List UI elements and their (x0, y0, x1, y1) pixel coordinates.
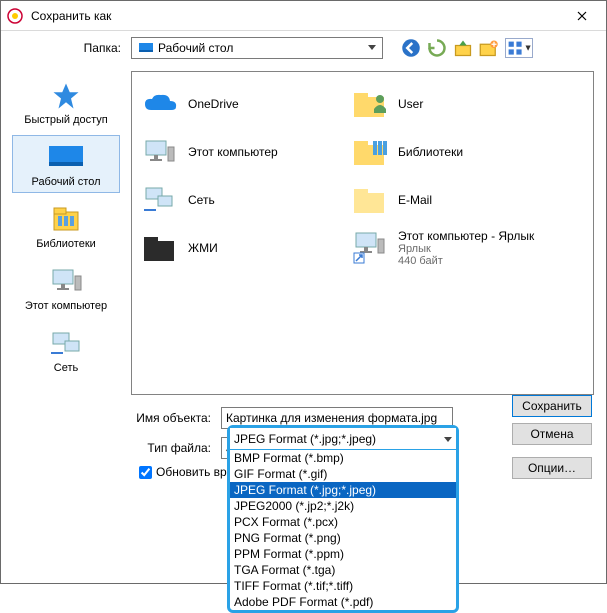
star-icon (13, 80, 119, 112)
filename-label: Имя объекта: (1, 411, 221, 425)
list-item[interactable]: OneDrive (136, 80, 346, 128)
libraries-icon (13, 204, 119, 236)
filetype-option[interactable]: PCX Format (*.pcx) (230, 514, 456, 530)
item-name: Сеть (188, 193, 215, 207)
place-net[interactable]: Сеть (12, 321, 120, 379)
filetype-label: Тип файла: (1, 441, 221, 455)
folder-combo[interactable]: Рабочий стол (131, 37, 383, 59)
place-label: Рабочий стол (13, 176, 119, 188)
up-button[interactable] (453, 38, 473, 58)
libraries-icon (350, 132, 390, 172)
save-dialog: Сохранить как Папка: Рабочий стол Быстры… (0, 0, 607, 584)
body: Быстрый доступ Рабочий стол Библиотеки Э… (1, 65, 606, 395)
item-name: Библиотеки (398, 145, 463, 159)
newfolder-button[interactable] (479, 38, 499, 58)
chevron-down-icon[interactable] (444, 432, 452, 446)
folder-row: Папка: Рабочий стол (1, 31, 606, 65)
onedrive-icon (140, 84, 180, 124)
list-item[interactable]: Этот компьютер (136, 128, 346, 176)
place-label: Сеть (13, 362, 119, 374)
list-item[interactable]: Сеть (136, 176, 346, 224)
places-bar: Быстрый доступ Рабочий стол Библиотеки Э… (1, 65, 131, 395)
folder-label: Папка: (1, 41, 131, 55)
folder-value: Рабочий стол (158, 41, 364, 55)
cancel-button[interactable]: Отмена (512, 423, 592, 445)
network-icon (13, 328, 119, 360)
pc-icon (13, 266, 119, 298)
pc-icon (140, 132, 180, 172)
filetype-option[interactable]: BMP Format (*.bmp) (230, 450, 456, 466)
filetype-option[interactable]: GIF Format (*.gif) (230, 466, 456, 482)
views-button[interactable] (505, 38, 533, 58)
desktop-icon (138, 40, 154, 56)
item-name: E-Mail (398, 193, 432, 207)
filetype-option[interactable]: TIFF Format (*.tif;*.tiff) (230, 578, 456, 594)
button-column: Сохранить Отмена Опции… (512, 395, 592, 485)
item-sub: 440 байт (398, 255, 534, 267)
desktop-icon (13, 142, 119, 174)
pc-shortcut-icon (350, 228, 390, 268)
user-folder-icon (350, 84, 390, 124)
list-item[interactable]: Этот компьютер - Ярлык Ярлык 440 байт (346, 224, 556, 272)
list-item[interactable]: ЖМИ (136, 224, 346, 272)
place-label: Библиотеки (13, 238, 119, 250)
nav-toolbar (401, 38, 533, 58)
filetype-option[interactable]: Adobe PDF Format (*.pdf) (230, 594, 456, 610)
place-label: Этот компьютер (13, 300, 119, 312)
place-pc[interactable]: Этот компьютер (12, 259, 120, 317)
save-button[interactable]: Сохранить (512, 395, 592, 417)
recent-button[interactable] (427, 38, 447, 58)
item-sub: Ярлык (398, 243, 534, 255)
filetype-option[interactable]: JPEG Format (*.jpg;*.jpeg) (230, 482, 456, 498)
list-item[interactable]: Библиотеки (346, 128, 556, 176)
back-button[interactable] (401, 38, 421, 58)
filetype-options: BMP Format (*.bmp)GIF Format (*.gif)JPEG… (230, 450, 456, 610)
list-item[interactable]: User (346, 80, 556, 128)
place-libs[interactable]: Библиотеки (12, 197, 120, 255)
window-title: Сохранить как (31, 9, 564, 23)
filetype-option[interactable]: TGA Format (*.tga) (230, 562, 456, 578)
place-quick[interactable]: Быстрый доступ (12, 73, 120, 131)
titlebar: Сохранить как (1, 1, 606, 31)
options-button[interactable]: Опции… (512, 457, 592, 479)
filetype-option[interactable]: PPM Format (*.ppm) (230, 546, 456, 562)
item-name: ЖМИ (188, 241, 218, 255)
item-name: Этот компьютер - Ярлык (398, 229, 534, 243)
filetype-dropdown-value: JPEG Format (*.jpg;*.jpeg) (234, 432, 444, 446)
folder-icon (140, 228, 180, 268)
filetype-dropdown-header[interactable]: JPEG Format (*.jpg;*.jpeg) (230, 428, 456, 450)
item-name: OneDrive (188, 97, 239, 111)
place-desktop[interactable]: Рабочий стол (12, 135, 120, 193)
folder-icon (350, 180, 390, 220)
list-item[interactable]: E-Mail (346, 176, 556, 224)
file-listing[interactable]: OneDrive User Этот компьютер Библиотеки … (131, 71, 594, 395)
close-button[interactable] (564, 4, 600, 28)
update-time-checkbox[interactable] (139, 466, 152, 479)
filetype-option[interactable]: PNG Format (*.png) (230, 530, 456, 546)
item-name: Этот компьютер (188, 145, 278, 159)
app-icon (7, 8, 23, 24)
filetype-option[interactable]: JPEG2000 (*.jp2;*.j2k) (230, 498, 456, 514)
place-label: Быстрый доступ (13, 114, 119, 126)
network-icon (140, 180, 180, 220)
filetype-dropdown[interactable]: JPEG Format (*.jpg;*.jpeg) BMP Format (*… (227, 425, 459, 613)
chevron-down-icon[interactable] (364, 38, 380, 58)
item-name: User (398, 97, 423, 111)
